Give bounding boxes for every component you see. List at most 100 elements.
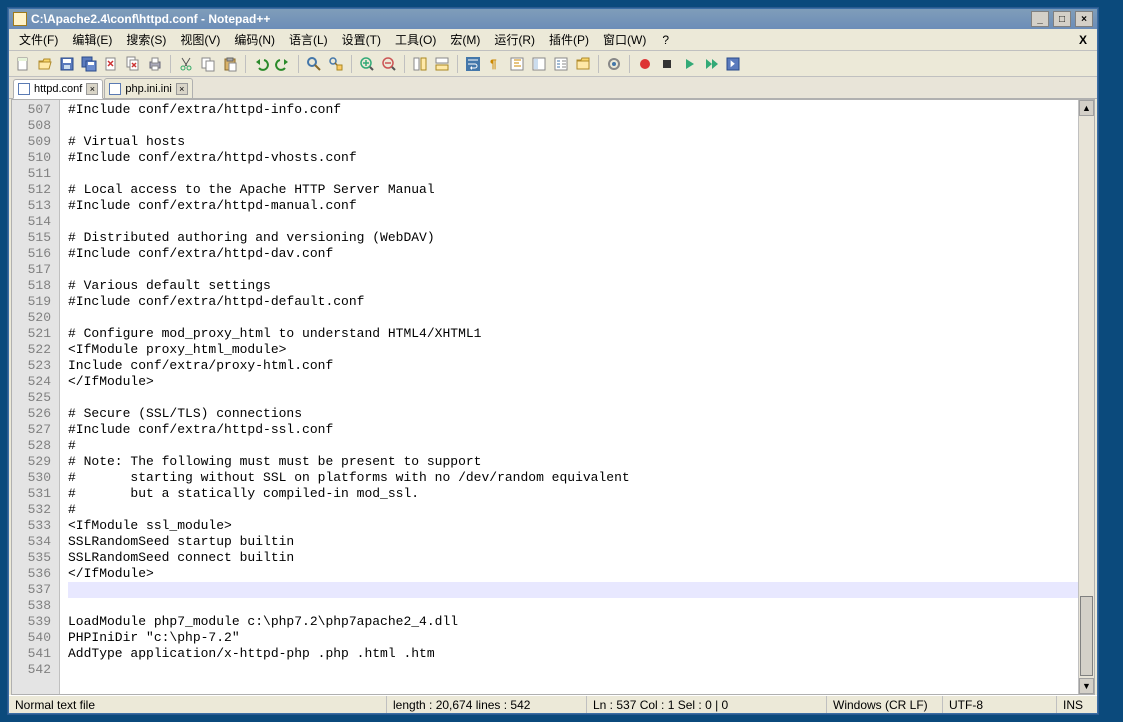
redo-icon[interactable] (273, 54, 293, 74)
code-line[interactable]: #Include conf/extra/httpd-info.conf (68, 102, 1078, 118)
record-macro-icon[interactable] (635, 54, 655, 74)
tab-close-icon[interactable]: × (86, 83, 98, 95)
code-line[interactable]: #Include conf/extra/httpd-ssl.conf (68, 422, 1078, 438)
folder-icon[interactable] (573, 54, 593, 74)
code-line[interactable] (68, 262, 1078, 278)
code-line[interactable]: # (68, 438, 1078, 454)
menubar: 文件(F) 编辑(E) 搜索(S) 视图(V) 编码(N) 语言(L) 设置(T… (9, 29, 1097, 51)
code-line[interactable] (68, 390, 1078, 406)
code-line[interactable] (68, 166, 1078, 182)
code-line[interactable]: #Include conf/extra/httpd-default.conf (68, 294, 1078, 310)
file-tab[interactable]: php.ini.ini× (104, 78, 192, 98)
paste-icon[interactable] (220, 54, 240, 74)
file-tab[interactable]: httpd.conf× (13, 79, 103, 99)
code-line[interactable]: </IfModule> (68, 374, 1078, 390)
menu-plugins[interactable]: 插件(P) (543, 29, 595, 50)
menu-settings[interactable]: 设置(T) (336, 29, 387, 50)
code-line[interactable]: # Secure (SSL/TLS) connections (68, 406, 1078, 422)
zoom-in-icon[interactable] (357, 54, 377, 74)
line-number: 517 (12, 262, 59, 278)
code-line[interactable]: # Virtual hosts (68, 134, 1078, 150)
menu-help[interactable]: ? (656, 31, 675, 49)
menu-file[interactable]: 文件(F) (13, 29, 64, 50)
code-line[interactable]: <IfModule proxy_html_module> (68, 342, 1078, 358)
code-line[interactable]: PHPIniDir "c:\php-7.2" (68, 630, 1078, 646)
menu-encoding[interactable]: 编码(N) (228, 29, 281, 50)
function-list-icon[interactable] (551, 54, 571, 74)
minimize-button[interactable]: _ (1031, 11, 1049, 27)
undo-icon[interactable] (251, 54, 271, 74)
menu-window[interactable]: 窗口(W) (597, 29, 652, 50)
menu-language[interactable]: 语言(L) (283, 29, 334, 50)
stop-macro-icon[interactable] (657, 54, 677, 74)
scroll-thumb[interactable] (1080, 596, 1093, 676)
save-all-icon[interactable] (79, 54, 99, 74)
menu-macro[interactable]: 宏(M) (444, 29, 486, 50)
code-line[interactable] (68, 662, 1078, 678)
doc-map-icon[interactable] (529, 54, 549, 74)
code-line[interactable]: AddType application/x-httpd-php .php .ht… (68, 646, 1078, 662)
close-icon[interactable] (101, 54, 121, 74)
code-line[interactable]: LoadModule php7_module c:\php7.2\php7apa… (68, 614, 1078, 630)
print-icon[interactable] (145, 54, 165, 74)
new-icon[interactable] (13, 54, 33, 74)
titlebar[interactable]: C:\Apache2.4\conf\httpd.conf - Notepad++… (9, 9, 1097, 29)
menu-tools[interactable]: 工具(O) (389, 29, 442, 50)
code-line[interactable]: # Note: The following must must be prese… (68, 454, 1078, 470)
maximize-button[interactable]: □ (1053, 11, 1071, 27)
code-line[interactable]: # Distributed authoring and versioning (… (68, 230, 1078, 246)
code-line[interactable] (68, 310, 1078, 326)
close-all-icon[interactable] (123, 54, 143, 74)
save-macro-icon[interactable] (723, 54, 743, 74)
code-line[interactable]: # Configure mod_proxy_html to understand… (68, 326, 1078, 342)
open-icon[interactable] (35, 54, 55, 74)
sync-h-icon[interactable] (432, 54, 452, 74)
code-line[interactable]: #Include conf/extra/httpd-manual.conf (68, 198, 1078, 214)
code-line[interactable]: <IfModule ssl_module> (68, 518, 1078, 534)
monitor-icon[interactable] (604, 54, 624, 74)
code-line[interactable] (68, 214, 1078, 230)
close-window-button[interactable]: × (1075, 11, 1093, 27)
menu-edit[interactable]: 编辑(E) (66, 29, 118, 50)
code-line[interactable]: # starting without SSL on platforms with… (68, 470, 1078, 486)
code-area[interactable]: #Include conf/extra/httpd-info.conf # Vir… (60, 100, 1078, 694)
line-number: 526 (12, 406, 59, 422)
code-line[interactable]: SSLRandomSeed connect builtin (68, 550, 1078, 566)
code-line[interactable]: # Local access to the Apache HTTP Server… (68, 182, 1078, 198)
wordwrap-icon[interactable] (463, 54, 483, 74)
code-line[interactable]: SSLRandomSeed startup builtin (68, 534, 1078, 550)
code-line[interactable]: #Include conf/extra/httpd-dav.conf (68, 246, 1078, 262)
code-line[interactable] (68, 582, 1078, 598)
play-macro-icon[interactable] (679, 54, 699, 74)
sync-v-icon[interactable] (410, 54, 430, 74)
scroll-track[interactable] (1079, 116, 1094, 678)
zoom-out-icon[interactable] (379, 54, 399, 74)
copy-icon[interactable] (198, 54, 218, 74)
save-icon[interactable] (57, 54, 77, 74)
menubar-close-x[interactable]: X (1079, 33, 1087, 47)
indent-guide-icon[interactable] (507, 54, 527, 74)
code-line[interactable] (68, 118, 1078, 134)
play-multiple-icon[interactable] (701, 54, 721, 74)
scroll-up-icon[interactable]: ▲ (1079, 100, 1094, 116)
window-title: C:\Apache2.4\conf\httpd.conf - Notepad++ (31, 12, 270, 26)
menu-search[interactable]: 搜索(S) (120, 29, 172, 50)
replace-icon[interactable] (326, 54, 346, 74)
show-all-chars-icon[interactable]: ¶ (485, 54, 505, 74)
scroll-down-icon[interactable]: ▼ (1079, 678, 1094, 694)
code-line[interactable]: # Various default settings (68, 278, 1078, 294)
menu-run[interactable]: 运行(R) (488, 29, 541, 50)
file-icon (18, 83, 30, 95)
menu-view[interactable]: 视图(V) (174, 29, 226, 50)
tab-close-icon[interactable]: × (176, 83, 188, 95)
code-line[interactable]: #Include conf/extra/httpd-vhosts.conf (68, 150, 1078, 166)
code-line[interactable]: # (68, 502, 1078, 518)
line-number: 518 (12, 278, 59, 294)
vertical-scrollbar[interactable]: ▲ ▼ (1078, 100, 1094, 694)
code-line[interactable]: # but a statically compiled-in mod_ssl. (68, 486, 1078, 502)
code-line[interactable]: Include conf/extra/proxy-html.conf (68, 358, 1078, 374)
cut-icon[interactable] (176, 54, 196, 74)
find-icon[interactable] (304, 54, 324, 74)
code-line[interactable]: </IfModule> (68, 566, 1078, 582)
code-line[interactable] (68, 598, 1078, 614)
